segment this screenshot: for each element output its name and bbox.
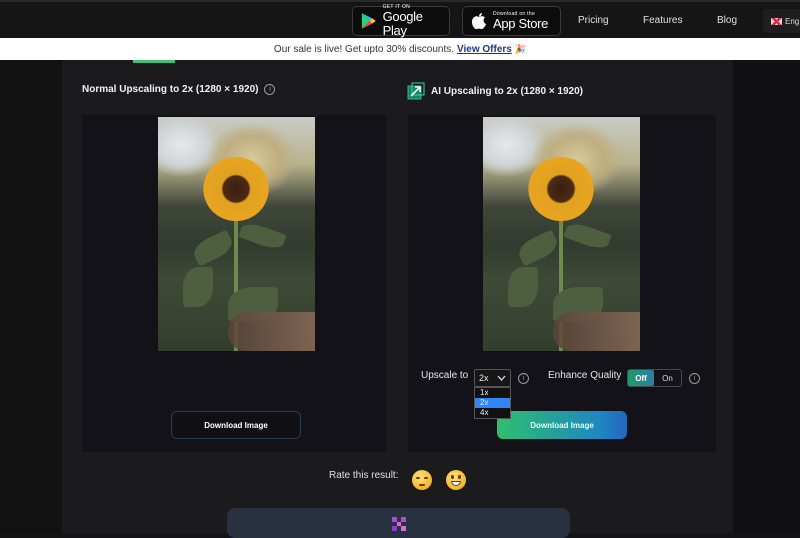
enhance-quality-label: Enhance Quality bbox=[548, 370, 622, 381]
normal-image-panel: Download Image bbox=[82, 115, 386, 452]
party-popper-icon: 🎉 bbox=[514, 43, 527, 54]
toggle-off[interactable]: Off bbox=[628, 370, 654, 386]
google-play-button[interactable]: GET IT ON Google Play bbox=[352, 4, 450, 38]
uk-flag-icon bbox=[771, 17, 782, 25]
nav-blog[interactable]: Blog bbox=[717, 15, 737, 26]
ai-upscaled-image bbox=[483, 117, 640, 351]
chevron-down-icon bbox=[497, 375, 506, 381]
normal-download-button[interactable]: Download Image bbox=[171, 411, 301, 439]
language-label: Eng bbox=[785, 16, 800, 26]
banner-text: Our sale is live! Get upto 30% discounts… bbox=[273, 43, 455, 55]
unamused-face-icon[interactable] bbox=[412, 470, 432, 490]
upscale-label: Upscale to bbox=[421, 370, 469, 381]
toggle-on[interactable]: On bbox=[654, 370, 681, 386]
right-backdrop bbox=[733, 60, 800, 533]
upscale-option-1x[interactable]: 1x bbox=[475, 388, 510, 398]
ai-image-panel bbox=[408, 115, 716, 452]
ai-upscale-icon bbox=[407, 82, 425, 100]
ai-panel-title: AI Upscaling to 2x (1280 × 1920) bbox=[407, 82, 583, 100]
upscale-select[interactable]: 2x bbox=[474, 369, 511, 387]
pixel-logo-icon bbox=[392, 517, 406, 531]
upscale-option-4x[interactable]: 4x bbox=[475, 408, 510, 418]
normal-upscaled-image bbox=[158, 117, 315, 351]
enhance-info-icon[interactable]: i bbox=[689, 373, 700, 384]
rate-label: Rate this result: bbox=[329, 470, 399, 481]
google-play-icon bbox=[361, 13, 376, 29]
grinning-face-icon[interactable] bbox=[446, 470, 466, 490]
upscale-info-icon[interactable]: i bbox=[518, 373, 529, 384]
ai-title-text: AI Upscaling to 2x (1280 × 1920) bbox=[431, 85, 584, 97]
normal-panel-title: Normal Upscaling to 2x (1280 × 1920) i bbox=[82, 84, 276, 95]
normal-title-text: Normal Upscaling to 2x (1280 × 1920) bbox=[82, 84, 259, 95]
info-icon[interactable]: i bbox=[264, 84, 276, 95]
top-navbar: GET IT ON Google Play Download on the Ap… bbox=[0, 0, 800, 38]
upscale-dropdown: 1x 2x 4x bbox=[474, 387, 511, 419]
upscale-option-2x[interactable]: 2x bbox=[475, 398, 510, 408]
ai-download-button[interactable]: Download Image bbox=[497, 411, 627, 439]
left-backdrop bbox=[0, 60, 62, 533]
nav-features[interactable]: Features bbox=[643, 15, 682, 26]
nav-pricing[interactable]: Pricing bbox=[578, 15, 609, 26]
app-store-label: App Store bbox=[493, 16, 549, 31]
enhance-quality-toggle[interactable]: Off On bbox=[627, 369, 682, 387]
upscale-value: 2x bbox=[479, 373, 489, 383]
sale-banner: Our sale is live! Get upto 30% discounts… bbox=[0, 38, 800, 60]
active-tab-indicator bbox=[133, 60, 175, 63]
language-selector[interactable]: Eng bbox=[763, 9, 800, 33]
view-offers-link[interactable]: View Offers bbox=[457, 44, 512, 55]
google-play-label: Google Play bbox=[382, 9, 423, 38]
app-store-button[interactable]: Download on the App Store bbox=[462, 6, 561, 36]
apple-icon bbox=[472, 13, 486, 30]
